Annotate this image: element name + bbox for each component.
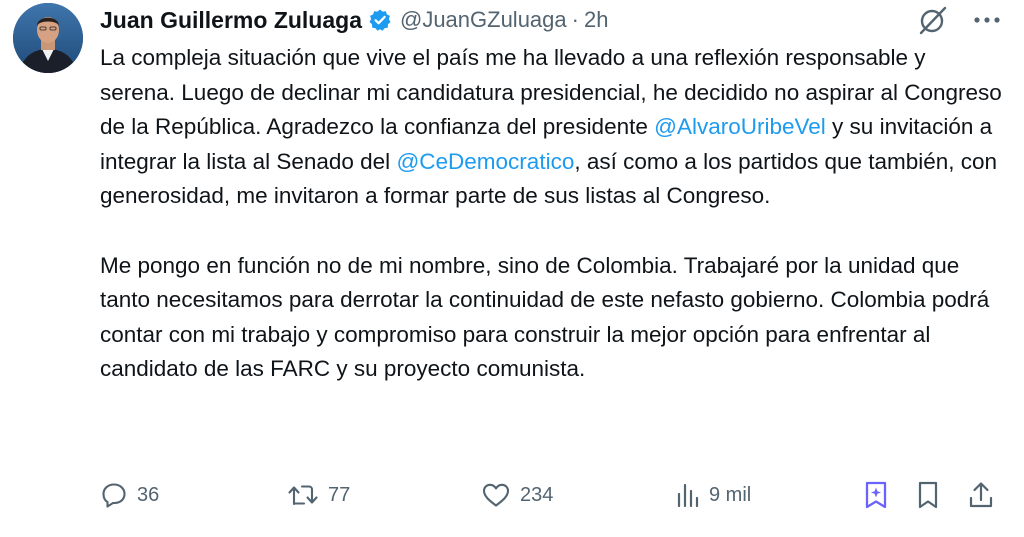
tweet-card: Juan Guillermo Zuluaga @JuanGZuluaga · 2… — [0, 0, 1024, 537]
grok-ask-button[interactable] — [864, 475, 888, 515]
action-bar: 36 77 234 9 mil — [100, 475, 1005, 515]
reply-count: 36 — [137, 483, 160, 506]
tweet-header: Juan Guillermo Zuluaga @JuanGZuluaga · 2… — [100, 4, 608, 36]
tweet-text: La compleja situación que vive el país m… — [100, 41, 1005, 387]
views-button[interactable]: 9 mil — [676, 475, 751, 515]
retweet-icon — [288, 485, 318, 506]
avatar[interactable] — [13, 3, 83, 73]
tweet-paragraph-2: Me pongo en función no de mi nombre, sin… — [100, 252, 990, 382]
timestamp[interactable]: 2h — [584, 7, 608, 33]
author-handle[interactable]: @JuanGZuluaga — [400, 7, 567, 33]
bookmark-button[interactable] — [916, 475, 940, 515]
reply-button[interactable]: 36 — [100, 475, 159, 515]
tweet-paragraph-1: La compleja situación que vive el país m… — [100, 41, 1005, 214]
share-icon — [969, 482, 993, 508]
mention-link[interactable]: @CeDemocratico — [396, 149, 574, 174]
more-icon[interactable] — [970, 3, 1004, 37]
bookmark-icon — [918, 481, 938, 509]
separator-dot: · — [571, 7, 579, 32]
like-icon — [482, 483, 510, 507]
like-button[interactable]: 234 — [481, 475, 553, 515]
mention-link[interactable]: @AlvaroUribeVel — [654, 114, 826, 139]
retweet-button[interactable]: 77 — [287, 475, 350, 515]
retweet-count: 77 — [328, 483, 351, 506]
share-button[interactable] — [968, 475, 994, 515]
verified-badge-icon[interactable] — [368, 8, 392, 32]
views-icon — [677, 483, 699, 508]
grok-icon[interactable] — [916, 3, 950, 37]
grok-ask-icon — [865, 481, 887, 509]
reply-icon — [102, 483, 126, 508]
like-count: 234 — [520, 483, 554, 506]
views-count: 9 mil — [709, 483, 752, 506]
author-name[interactable]: Juan Guillermo Zuluaga — [100, 7, 362, 34]
avatar-image — [13, 3, 83, 73]
